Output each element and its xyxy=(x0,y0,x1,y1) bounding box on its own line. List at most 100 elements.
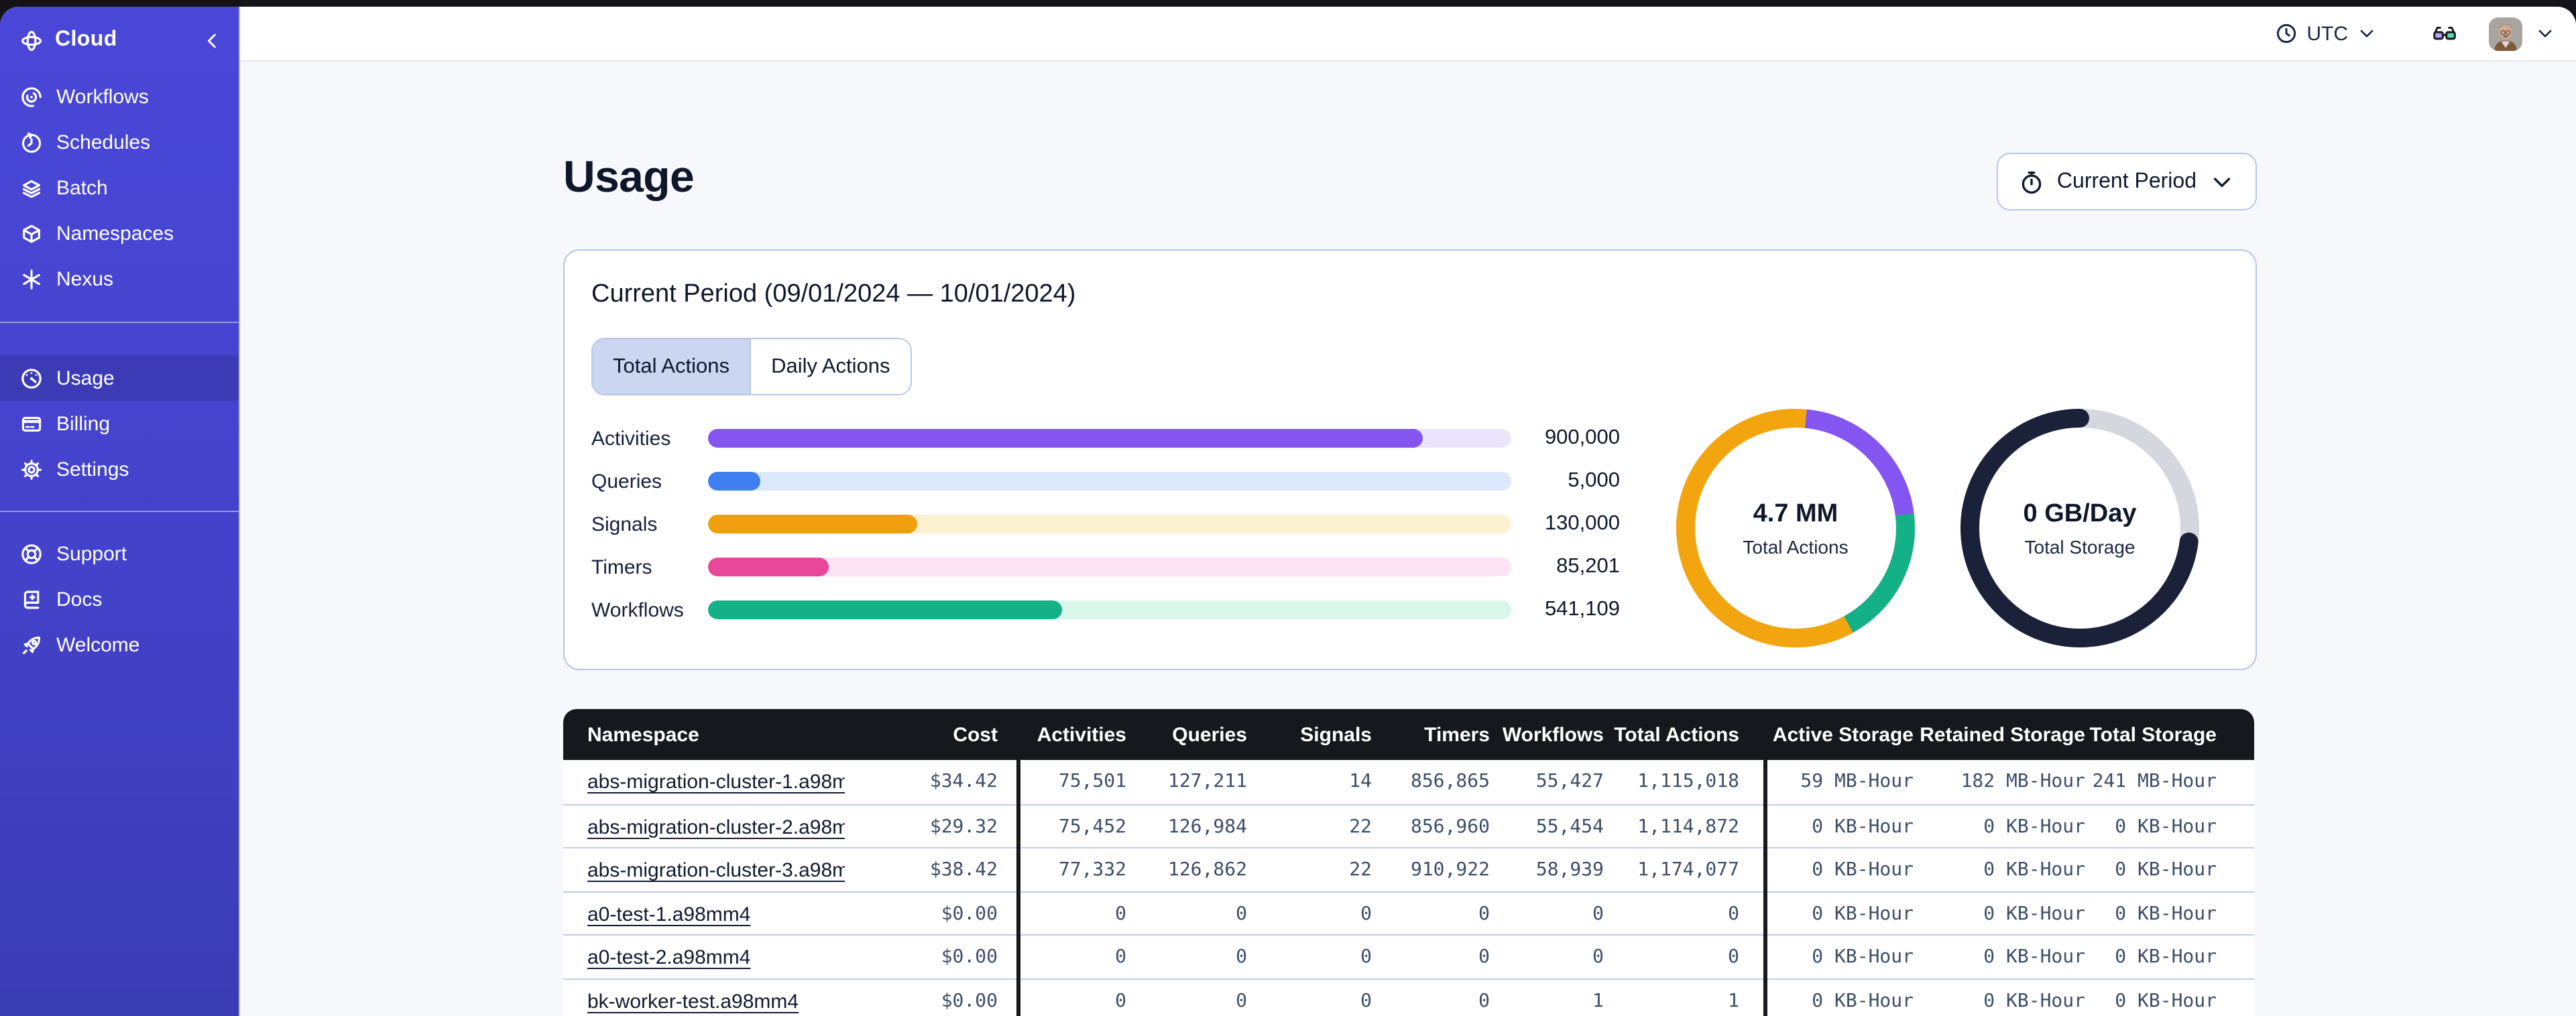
bar-label: Workflows xyxy=(591,598,684,621)
usage-card-title: Current Period (09/01/2024 — 10/01/2024) xyxy=(591,280,1076,308)
usage-icon xyxy=(20,367,43,389)
cell-queries: 0 xyxy=(1126,891,1247,934)
sidebar-item-label: Workflows xyxy=(56,85,149,108)
clock-icon xyxy=(2276,23,2297,44)
cell-namespace: abs-migration-cluster-2.a98mm4 xyxy=(563,804,845,847)
tab-daily-actions[interactable]: Daily Actions xyxy=(750,339,911,394)
column-header-signals: Signals xyxy=(1300,723,1372,746)
cell-namespace: bk-worker-test.a98mm4 xyxy=(563,978,845,1016)
namespace-link[interactable]: abs-migration-cluster-2.a98mm4 xyxy=(587,816,845,838)
sidebar-item-schedules[interactable]: Schedules xyxy=(0,119,239,165)
sidebar-item-batch[interactable]: Batch xyxy=(0,165,239,210)
cell-active_storage: 0 KB-Hour xyxy=(1767,978,1914,1016)
batch-icon xyxy=(20,176,43,199)
sidebar-item-label: Welcome xyxy=(56,633,140,656)
cell-total_actions: 0 xyxy=(1604,891,1763,934)
bar-value: 130,000 xyxy=(1544,512,1620,535)
schedules-icon xyxy=(20,131,43,153)
chevron-down-icon xyxy=(2210,170,2234,194)
cell-retained_storage: 0 KB-Hour xyxy=(1914,891,2085,934)
sidebar-item-support[interactable]: Support xyxy=(0,531,239,576)
namespace-link[interactable]: abs-migration-cluster-3.a98mm4 xyxy=(587,859,845,882)
sidebar-item-label: Billing xyxy=(56,412,111,435)
cell-workflows: 55,454 xyxy=(1490,804,1604,847)
cloud-logo-icon xyxy=(20,29,43,52)
screen: Cloud Workflows Schedules Batch Namespaces N… xyxy=(0,0,2576,1016)
bar-row-signals: Signals 130,000 xyxy=(591,512,1620,535)
bar-fill xyxy=(708,515,917,533)
tab-total-actions[interactable]: Total Actions xyxy=(593,339,750,394)
cell-activities: 75,501 xyxy=(1058,771,1126,792)
avatar[interactable] xyxy=(2489,17,2522,50)
cell-total_storage: 0 KB-Hour xyxy=(2085,891,2254,934)
period-button-label: Current Period xyxy=(2056,170,2197,192)
cell-activities: 0 xyxy=(1020,978,1126,1016)
column-header-activities: Activities xyxy=(1037,723,1126,746)
cell-retained_storage: 0 KB-Hour xyxy=(1914,978,2085,1016)
namespace-link[interactable]: abs-migration-cluster-1.a98mm4 xyxy=(587,771,845,793)
billing-icon xyxy=(20,412,43,435)
cell-queries: 126,984 xyxy=(1126,804,1247,847)
period-select-button[interactable]: Current Period xyxy=(1996,153,2257,210)
namespace-link[interactable]: bk-worker-test.a98mm4 xyxy=(587,990,799,1013)
namespace-link[interactable]: a0-test-1.a98mm4 xyxy=(587,903,750,926)
sidebar-item-docs[interactable]: Docs xyxy=(0,576,239,622)
cell-timers: 0 xyxy=(1372,978,1490,1016)
sidebar-item-usage[interactable]: Usage xyxy=(0,355,239,401)
sidebar: Cloud Workflows Schedules Batch Namespaces N… xyxy=(0,7,240,1016)
sidebar-item-label: Docs xyxy=(56,588,103,611)
bar-value: 5,000 xyxy=(1568,469,1620,492)
cell-timers: 910,922 xyxy=(1372,847,1490,891)
account-chevron-down-icon[interactable] xyxy=(2536,24,2555,43)
sidebar-divider xyxy=(0,511,239,512)
sidebar-nav-footer: Support Docs Welcome xyxy=(0,531,239,668)
cell-total_actions: 1,115,018 xyxy=(1637,771,1739,792)
sidebar-item-nexus[interactable]: Nexus xyxy=(0,256,239,302)
cell-timers: 856,865 xyxy=(1410,771,1490,792)
cell-cost: $29.32 xyxy=(845,804,1016,847)
cell-total_actions: 0 xyxy=(1604,934,1763,978)
app-window: Cloud Workflows Schedules Batch Namespaces N… xyxy=(0,7,2576,1016)
usage-bar-chart: Activities 900,000 Queries 5,000 Signals 130,… xyxy=(591,426,1620,621)
usage-card: Current Period (09/01/2024 — 10/01/2024)… xyxy=(563,249,2257,670)
sidebar-item-settings[interactable]: Settings xyxy=(0,446,239,492)
cell-cost: $34.42 xyxy=(929,771,998,792)
sidebar-item-workflows[interactable]: Workflows xyxy=(0,74,239,119)
sidebar-collapse-icon[interactable] xyxy=(202,30,223,50)
sidebar-nav-primary: Workflows Schedules Batch Namespaces Nexus xyxy=(0,74,239,302)
main-area: UTC Usage Current Period Current Period … xyxy=(240,7,2576,1016)
cell-retained_storage: 0 KB-Hour xyxy=(1914,804,2085,847)
bar-row-workflows: Workflows 541,109 xyxy=(591,598,1620,621)
cell-activities: 75,452 xyxy=(1020,804,1126,847)
cell-namespace: a0-test-2.a98mm4 xyxy=(563,934,845,978)
cell-signals: 22 xyxy=(1247,804,1372,847)
cell-workflows: 1 xyxy=(1490,978,1604,1016)
actions-tab-group: Total Actions Daily Actions xyxy=(591,338,912,395)
sidebar-item-welcome[interactable]: Welcome xyxy=(0,622,239,668)
bar-row-queries: Queries 5,000 xyxy=(591,469,1620,493)
cell-total_actions: 1,174,077 xyxy=(1604,847,1763,891)
donut-value: 4.7 MM xyxy=(1753,499,1838,527)
sidebar-item-namespaces[interactable]: Namespaces xyxy=(0,210,239,256)
bar-track xyxy=(708,472,1511,491)
cell-total_actions: 1,114,872 xyxy=(1604,804,1763,847)
glasses-icon[interactable] xyxy=(2430,21,2459,46)
column-header-active_storage: Active Storage xyxy=(1772,723,1914,746)
bar-label: Activities xyxy=(591,427,671,450)
timezone-selector[interactable]: UTC xyxy=(2276,22,2376,45)
table-row: bk-worker-test.a98mm4 $0.00 0 0 0 0 1 1 0 KB-Hou… xyxy=(563,978,2254,1016)
bar-label: Signals xyxy=(591,513,658,535)
cell-namespace: a0-test-1.a98mm4 xyxy=(563,891,845,934)
bar-fill xyxy=(708,472,760,491)
donut-value: 0 GB/Day xyxy=(2023,499,2137,527)
namespace-link[interactable]: a0-test-2.a98mm4 xyxy=(587,946,750,969)
docs-icon xyxy=(20,588,43,611)
table-row: abs-migration-cluster-2.a98mm4$29.3275,4… xyxy=(563,804,2254,847)
cell-total_storage: 0 KB-Hour xyxy=(2085,934,2254,978)
donut-total-storage: 0 GB/Day Total Storage xyxy=(1959,407,2201,649)
settings-icon xyxy=(20,458,43,481)
sidebar-item-billing[interactable]: Billing xyxy=(0,401,239,446)
cell-queries: 0 xyxy=(1126,978,1247,1016)
cell-signals: 14 xyxy=(1349,771,1372,792)
cell-activities: 0 xyxy=(1020,891,1126,934)
